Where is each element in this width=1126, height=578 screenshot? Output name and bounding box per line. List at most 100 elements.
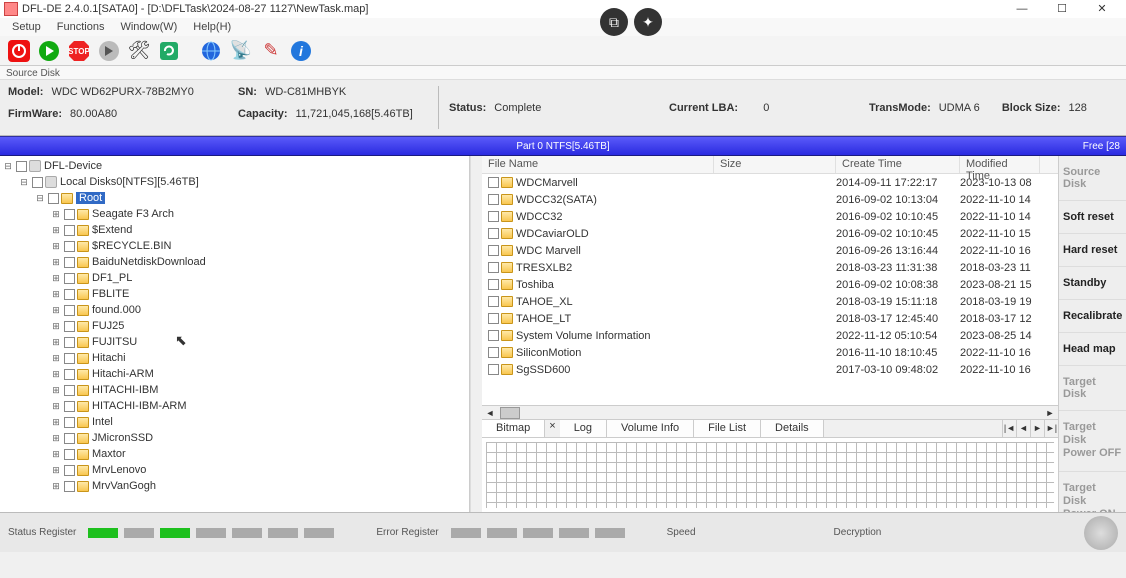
tree-item[interactable]: ⊞$RECYCLE.BIN [2, 238, 467, 254]
side-button[interactable]: Hard reset [1059, 234, 1126, 267]
expand-icon[interactable]: ⊞ [50, 481, 62, 492]
tree-checkbox[interactable] [64, 321, 75, 332]
menu-functions[interactable]: Functions [49, 19, 113, 35]
tree-checkbox[interactable] [32, 177, 43, 188]
file-row[interactable]: WDC Marvell2016-09-26 13:16:442022-11-10… [482, 242, 1058, 259]
expand-icon[interactable]: ⊞ [50, 241, 62, 252]
tree-item[interactable]: ⊞Maxtor [2, 446, 467, 462]
collapse-icon[interactable]: ⊟ [2, 161, 14, 172]
tree-item[interactable]: ⊞JMicronSSD [2, 430, 467, 446]
file-checkbox[interactable] [488, 262, 499, 273]
nav-next-icon[interactable]: ► [1030, 420, 1044, 437]
tab-file-list[interactable]: File List [694, 420, 761, 437]
tree-checkbox[interactable] [64, 449, 75, 460]
expand-icon[interactable]: ⊞ [50, 321, 62, 332]
partition-band[interactable]: Part 0 NTFS[5.46TB] Free [28 [0, 136, 1126, 156]
file-row[interactable]: WDCMarvell2014-09-11 17:22:172023-10-13 … [482, 174, 1058, 191]
tab-details[interactable]: Details [761, 420, 824, 437]
tree-checkbox[interactable] [64, 289, 75, 300]
close-button[interactable]: ✕ [1082, 0, 1122, 18]
expand-icon[interactable]: ⊞ [50, 289, 62, 300]
side-button[interactable]: Head map [1059, 333, 1126, 366]
collapse-icon[interactable]: ⊟ [34, 193, 46, 204]
tree-checkbox[interactable] [64, 481, 75, 492]
tree-checkbox[interactable] [64, 257, 75, 268]
tree-scrollbar[interactable] [470, 156, 482, 512]
refresh-icon[interactable] [156, 38, 182, 64]
tools-icon[interactable]: 🛠 [126, 38, 152, 64]
file-row[interactable]: System Volume Information2022-11-12 05:1… [482, 327, 1058, 344]
tree-checkbox[interactable] [64, 241, 75, 252]
file-tree[interactable]: ⊟DFL-Device ⊟Local Disks0[NTFS][5.46TB] … [0, 156, 470, 512]
expand-icon[interactable]: ⊞ [50, 385, 62, 396]
expand-icon[interactable]: ⊞ [50, 369, 62, 380]
tree-checkbox[interactable] [64, 465, 75, 476]
expand-icon[interactable]: ⊞ [50, 465, 62, 476]
col-modified[interactable]: Modified Time [960, 156, 1040, 173]
tree-item[interactable]: ⊞HITACHI-IBM-ARM [2, 398, 467, 414]
bitmap-grid[interactable] [486, 442, 1054, 508]
tree-disk[interactable]: Local Disks0[NTFS][5.46TB] [60, 176, 199, 188]
tree-checkbox[interactable] [64, 417, 75, 428]
tree-checkbox[interactable] [64, 337, 75, 348]
copy-action-icon[interactable]: ⧉ [600, 8, 628, 36]
tree-checkbox[interactable] [64, 401, 75, 412]
tree-checkbox[interactable] [64, 433, 75, 444]
col-filename[interactable]: File Name [482, 156, 714, 173]
minimize-button[interactable]: — [1002, 0, 1042, 18]
tree-checkbox[interactable] [64, 273, 75, 284]
side-button[interactable]: Soft reset [1059, 201, 1126, 234]
tab-bitmap[interactable]: Bitmap [482, 420, 545, 437]
tree-root-folder[interactable]: Root [76, 192, 105, 204]
scan-icon[interactable]: 📡 [228, 38, 254, 64]
nav-last-icon[interactable]: ►| [1044, 420, 1058, 437]
file-checkbox[interactable] [488, 364, 499, 375]
tree-item[interactable]: ⊞DF1_PL [2, 270, 467, 286]
nav-first-icon[interactable]: |◄ [1002, 420, 1016, 437]
expand-icon[interactable]: ⊞ [50, 401, 62, 412]
file-checkbox[interactable] [488, 211, 499, 222]
file-checkbox[interactable] [488, 313, 499, 324]
file-list-body[interactable]: WDCMarvell2014-09-11 17:22:172023-10-13 … [482, 174, 1058, 405]
tree-item[interactable]: ⊞Seagate F3 Arch [2, 206, 467, 222]
menu-help[interactable]: Help(H) [185, 19, 239, 35]
tree-checkbox[interactable] [48, 193, 59, 204]
forward-icon[interactable] [96, 38, 122, 64]
tree-checkbox[interactable] [64, 225, 75, 236]
tree-checkbox[interactable] [64, 369, 75, 380]
tree-item[interactable]: ⊞FBLITE [2, 286, 467, 302]
tree-checkbox[interactable] [64, 385, 75, 396]
file-checkbox[interactable] [488, 177, 499, 188]
tree-item[interactable]: ⊞found.000 [2, 302, 467, 318]
expand-icon[interactable]: ⊞ [50, 417, 62, 428]
tree-item[interactable]: ⊞MrvLenovo [2, 462, 467, 478]
power-icon[interactable] [6, 38, 32, 64]
tab-log[interactable]: Log [560, 420, 607, 437]
file-row[interactable]: Toshiba2016-09-02 10:08:382023-08-21 15 [482, 276, 1058, 293]
col-create[interactable]: Create Time [836, 156, 960, 173]
file-row[interactable]: WDCC32(SATA)2016-09-02 10:13:042022-11-1… [482, 191, 1058, 208]
tree-item[interactable]: ⊞BaiduNetdiskDownload [2, 254, 467, 270]
file-row[interactable]: SiliconMotion2016-11-10 18:10:452022-11-… [482, 344, 1058, 361]
expand-icon[interactable]: ⊞ [50, 305, 62, 316]
edit-icon[interactable]: ✎ [258, 38, 284, 64]
file-checkbox[interactable] [488, 279, 499, 290]
stop-icon[interactable]: STOP [66, 38, 92, 64]
tab-close-icon[interactable]: × [545, 420, 559, 437]
expand-icon[interactable]: ⊞ [50, 353, 62, 364]
file-row[interactable]: WDCaviarOLD2016-09-02 10:10:452022-11-10… [482, 225, 1058, 242]
expand-icon[interactable]: ⊞ [50, 273, 62, 284]
file-row[interactable]: TAHOE_XL2018-03-19 15:11:182018-03-19 19 [482, 293, 1058, 310]
collapse-icon[interactable]: ⊟ [18, 177, 30, 188]
expand-icon[interactable]: ⊞ [50, 257, 62, 268]
nav-prev-icon[interactable]: ◄ [1016, 420, 1030, 437]
scroll-right-icon[interactable]: ► [1042, 408, 1058, 418]
file-checkbox[interactable] [488, 245, 499, 256]
file-row[interactable]: WDCC322016-09-02 10:10:452022-11-10 14 [482, 208, 1058, 225]
tree-item[interactable]: ⊞Hitachi [2, 350, 467, 366]
file-checkbox[interactable] [488, 228, 499, 239]
tree-checkbox[interactable] [64, 353, 75, 364]
maximize-button[interactable]: ☐ [1042, 0, 1082, 18]
tree-root[interactable]: DFL-Device [44, 160, 102, 172]
add-action-icon[interactable]: ✦ [634, 8, 662, 36]
